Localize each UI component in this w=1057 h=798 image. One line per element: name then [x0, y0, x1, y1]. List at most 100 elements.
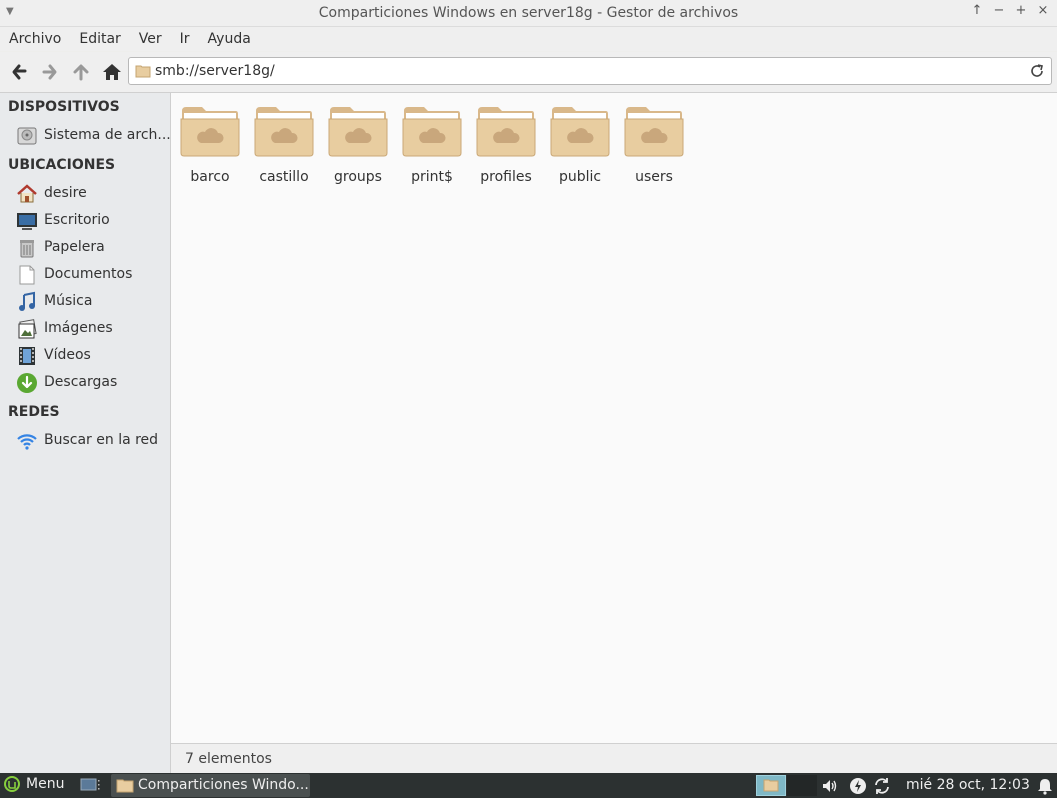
window-keep-above-button[interactable]: ↑	[971, 3, 983, 18]
item-count: 7 elementos	[185, 751, 272, 767]
power-icon[interactable]	[849, 777, 867, 795]
menu-ayuda[interactable]: Ayuda	[199, 31, 260, 47]
sidebar-item-network[interactable]: Buscar en la red	[0, 429, 170, 453]
folder-icon	[116, 779, 134, 793]
notification-bell-icon[interactable]	[1036, 777, 1054, 795]
folder-label: public	[558, 169, 602, 185]
home-icon	[17, 184, 37, 203]
menu-ver[interactable]: Ver	[130, 31, 171, 47]
show-desktop-icon[interactable]	[80, 777, 100, 793]
network-folder-icon	[402, 107, 462, 157]
network-folder-icon	[550, 107, 610, 157]
start-menu-button[interactable]: Menu	[4, 776, 64, 792]
pictures-icon	[18, 319, 37, 339]
sidebar-item-label: Vídeos	[44, 347, 91, 363]
trash-icon	[20, 240, 34, 258]
sidebar-item-label: Sistema de arch...	[44, 127, 171, 143]
home-icon	[103, 64, 121, 80]
file-view[interactable]: barco castillo groups print$ profiles pu…	[171, 93, 1057, 743]
folder-label: barco	[190, 169, 230, 185]
sidebar-item-home[interactable]: desire	[0, 182, 170, 206]
folder-item-barco[interactable]: barco	[173, 105, 247, 195]
up-button[interactable]	[70, 61, 92, 83]
window-maximize-button[interactable]: +	[1015, 3, 1027, 18]
taskbar-window-file-manager[interactable]: Comparticiones Windo...	[111, 774, 310, 797]
sidebar-heading-redes: REDES	[8, 404, 60, 420]
document-icon	[19, 265, 35, 285]
location-input[interactable]: smb://server18g/	[155, 63, 275, 79]
workspace-1[interactable]	[756, 775, 786, 796]
folder-label: profiles	[480, 169, 532, 185]
statusbar: 7 elementos	[171, 743, 1057, 774]
folder-icon	[135, 65, 151, 78]
sidebar-item-documents[interactable]: Documentos	[0, 263, 170, 287]
toolbar: smb://server18g/	[0, 52, 1057, 93]
sidebar-item-label: Música	[44, 293, 93, 309]
window-close-button[interactable]: ×	[1037, 3, 1049, 18]
sidebar-item-music[interactable]: Música	[0, 290, 170, 314]
folder-label: groups	[334, 169, 382, 185]
mint-logo-icon	[4, 776, 20, 792]
taskbar-window-label: Comparticiones Windo...	[138, 777, 309, 793]
sidebar-item-label: Escritorio	[44, 212, 110, 228]
start-menu-label: Menu	[26, 776, 65, 792]
reload-icon[interactable]	[1029, 63, 1045, 79]
sidebar-item-filesystem[interactable]: Sistema de arch...	[0, 124, 171, 148]
folder-label: castillo	[259, 169, 309, 185]
network-folder-icon	[476, 107, 536, 157]
sidebar-item-trash[interactable]: Papelera	[0, 236, 170, 260]
sidebar-item-videos[interactable]: Vídeos	[0, 344, 170, 368]
menu-editar[interactable]: Editar	[70, 31, 129, 47]
folder-item-users[interactable]: users	[617, 105, 691, 195]
window-controls: ↑ − + ×	[971, 3, 1049, 18]
folder-icon	[763, 779, 779, 792]
volume-icon[interactable]	[821, 777, 839, 795]
sidebar-item-label: desire	[44, 185, 87, 201]
arrow-right-icon	[42, 64, 57, 80]
network-folder-icon	[254, 107, 314, 157]
location-bar[interactable]: smb://server18g/	[128, 57, 1052, 85]
sidebar-item-label: Documentos	[44, 266, 133, 282]
download-icon	[17, 373, 37, 393]
folder-item-profiles[interactable]: profiles	[469, 105, 543, 195]
back-button[interactable]	[8, 61, 30, 83]
folder-item-groups[interactable]: groups	[321, 105, 395, 195]
sidebar-item-label: Papelera	[44, 239, 105, 255]
folder-item-public[interactable]: public	[543, 105, 617, 195]
folder-label: users	[635, 169, 673, 185]
menu-ir[interactable]: Ir	[171, 31, 199, 47]
sidebar-item-downloads[interactable]: Descargas	[0, 371, 170, 395]
video-icon	[19, 347, 35, 365]
hard-drive-icon	[17, 127, 37, 145]
update-icon[interactable]	[873, 777, 891, 795]
window-minimize-button[interactable]: −	[993, 3, 1005, 18]
taskbar: Menu Comparticiones Windo... mié 28 oct,…	[0, 773, 1057, 798]
menubar: Archivo Editar Ver Ir Ayuda	[0, 27, 1057, 51]
desktop-icon	[17, 213, 37, 230]
sidebar-item-desktop[interactable]: Escritorio	[0, 209, 170, 233]
folder-label: print$	[411, 169, 453, 185]
sidebar-item-pictures[interactable]: Imágenes	[0, 317, 170, 341]
sidebar-item-label: Buscar en la red	[44, 432, 159, 448]
forward-button[interactable]	[39, 61, 61, 83]
music-icon	[19, 291, 35, 311]
clock[interactable]: mié 28 oct, 12:03	[906, 777, 1030, 793]
sidebar-item-label: Descargas	[44, 374, 118, 390]
network-icon	[17, 434, 37, 450]
arrow-left-icon	[12, 64, 27, 80]
workspace-2[interactable]	[787, 775, 817, 796]
home-button[interactable]	[101, 61, 123, 83]
window-titlebar: ▼ Comparticiones Windows en server18g - …	[0, 0, 1057, 27]
window-title: Comparticiones Windows en server18g - Ge…	[318, 5, 739, 21]
network-folder-icon	[180, 107, 240, 157]
sidebar-heading-dispositivos: DISPOSITIVOS	[8, 99, 120, 115]
sidebar-heading-ubicaciones: UBICACIONES	[8, 157, 116, 173]
sidebar-item-label: Imágenes	[44, 320, 113, 336]
network-folder-icon	[624, 107, 684, 157]
arrow-up-icon	[73, 64, 89, 81]
menu-archivo[interactable]: Archivo	[0, 31, 70, 47]
folder-item-castillo[interactable]: castillo	[247, 105, 321, 195]
sidebar: DISPOSITIVOS Sistema de arch... UBICACIO…	[0, 93, 171, 773]
folder-item-print[interactable]: print$	[395, 105, 469, 195]
network-folder-icon	[328, 107, 388, 157]
